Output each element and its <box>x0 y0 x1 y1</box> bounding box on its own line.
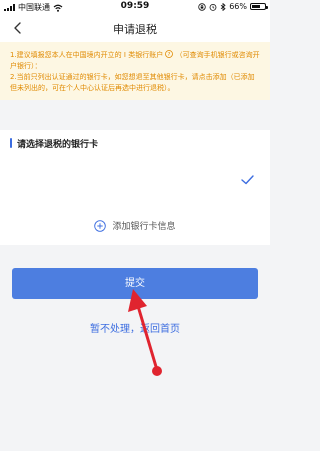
section-title: 请选择退税的银行卡 <box>17 140 99 150</box>
add-bank-card-label: 添加银行卡信息 <box>112 222 176 232</box>
svg-text:?: ? <box>168 52 171 58</box>
battery-icon <box>250 3 268 10</box>
alarm-icon <box>209 3 217 11</box>
lock-rotation-icon <box>198 2 206 11</box>
battery-percent: 66% <box>229 2 247 11</box>
bank-card-option[interactable] <box>0 156 270 206</box>
status-right: 66% <box>198 2 268 11</box>
return-home-link[interactable]: 暂不处理，返回首页 <box>0 320 270 335</box>
submit-button[interactable]: 提交 <box>12 268 258 299</box>
notice-line-1: 1.建议填报您本人在中国境内开立的 I 类银行账户 ? （可查询手机银行或咨询开… <box>10 50 260 72</box>
add-bank-card-button[interactable]: 添加银行卡信息 <box>0 219 270 232</box>
add-bank-card-row[interactable]: 添加银行卡信息 <box>0 205 270 245</box>
plus-circle-icon <box>94 219 107 232</box>
section-accent-bar <box>10 138 12 148</box>
notice-line-2: 2.当前只列出认证通过的银行卡，如您想退至其他银行卡，请点击添加（已添加但未列出… <box>10 73 255 92</box>
question-circle-icon[interactable]: ? <box>165 50 174 58</box>
page-title: 申请退税 <box>113 23 157 36</box>
battery-level <box>252 5 260 8</box>
notice-line-1-text: 1.建议填报您本人在中国境内开立的 I 类银行账户 <box>10 51 164 59</box>
section-header: 请选择退税的银行卡 <box>0 130 270 157</box>
notice-banner: 1.建议填报您本人在中国境内开立的 I 类银行账户 ? （可查询手机银行或咨询开… <box>0 42 270 100</box>
nav-bar: 申请退税 <box>0 14 270 43</box>
status-bar: 中国联通 09:59 66% <box>0 0 270 14</box>
bluetooth-icon <box>220 2 226 11</box>
check-icon <box>241 175 254 185</box>
